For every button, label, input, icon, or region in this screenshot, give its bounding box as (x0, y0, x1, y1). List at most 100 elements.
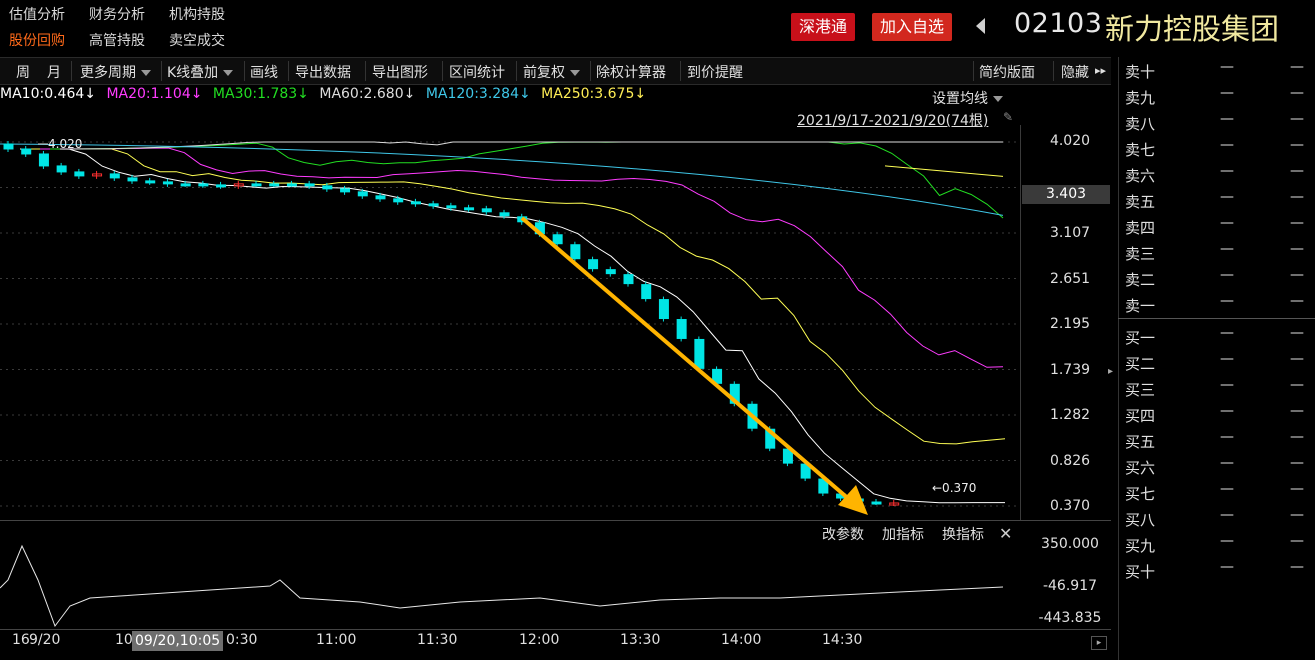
ask-row[interactable]: 卖二 — — (1125, 266, 1315, 292)
ask-row[interactable]: 卖八 — — (1125, 110, 1315, 136)
level-label: 买八 (1125, 511, 1156, 529)
nav-finance[interactable]: 财务分析 (89, 4, 145, 24)
level-label: 卖八 (1125, 115, 1156, 133)
level-volume: — (1290, 455, 1304, 471)
candle (393, 198, 404, 203)
ex-rights-calculator-button[interactable]: 除权计算器 (596, 62, 666, 82)
chevron-down-icon (141, 70, 151, 76)
level-price: — (1220, 267, 1234, 283)
level-volume: — (1290, 137, 1304, 153)
level-volume: — (1290, 507, 1304, 523)
level-volume: — (1290, 403, 1304, 419)
level-price: — (1220, 241, 1234, 257)
level-price: — (1220, 507, 1234, 523)
bid-row[interactable]: 买三 — — (1125, 376, 1315, 402)
ask-row[interactable]: 卖六 — — (1125, 162, 1315, 188)
ask-row[interactable]: 卖一 — — (1125, 292, 1315, 318)
sub-y-tick: -46.917 (1042, 578, 1098, 594)
level-price: — (1220, 455, 1234, 471)
y-tick: 2.195 (1049, 316, 1091, 332)
bid-row[interactable]: 买七 — — (1125, 480, 1315, 506)
shenzhen-hk-connect-button[interactable]: 深港通 (791, 13, 856, 41)
expand-icon[interactable]: ▸▸ (1095, 64, 1106, 77)
bid-row[interactable]: 买十 — — (1125, 558, 1315, 584)
level-label: 卖十 (1125, 63, 1156, 81)
x-tick: 16 (12, 632, 30, 648)
price-alert-button[interactable]: 到价提醒 (687, 62, 743, 82)
level-label: 卖三 (1125, 245, 1156, 263)
level-label: 买一 (1125, 329, 1156, 347)
scroll-right-icon[interactable]: ▸ (1091, 636, 1107, 650)
level-price: — (1220, 559, 1234, 575)
export-data-button[interactable]: 导出数据 (295, 62, 351, 82)
level-volume: — (1290, 163, 1304, 179)
nav-buyback[interactable]: 股份回购 (9, 30, 65, 50)
more-periods-dropdown[interactable]: 更多周期 (80, 62, 151, 82)
level-label: 卖六 (1125, 167, 1156, 185)
bid-row[interactable]: 买五 — — (1125, 428, 1315, 454)
level-volume: — (1290, 215, 1304, 231)
level-volume: — (1290, 351, 1304, 367)
level-volume: — (1290, 189, 1304, 205)
bid-row[interactable]: 买二 — — (1125, 350, 1315, 376)
period-week[interactable]: 周 (16, 62, 30, 82)
ask-row[interactable]: 卖三 — — (1125, 240, 1315, 266)
chevron-down-icon (223, 70, 234, 76)
add-to-watchlist-button[interactable]: 加入自选 (872, 13, 953, 41)
level-label: 买七 (1125, 485, 1156, 503)
level-label: 买九 (1125, 537, 1156, 555)
ask-row[interactable]: 卖五 — — (1125, 188, 1315, 214)
trend-arrow-line (520, 216, 852, 502)
candle (446, 205, 457, 209)
simple-layout-button[interactable]: 简约版面 (979, 62, 1035, 82)
level-volume: — (1290, 533, 1304, 549)
candle (127, 177, 138, 182)
ask-row[interactable]: 卖七 — — (1125, 136, 1315, 162)
nav-executive[interactable]: 高管持股 (89, 30, 145, 50)
nav-institution[interactable]: 机构持股 (169, 4, 225, 24)
bid-row[interactable]: 买八 — — (1125, 506, 1315, 532)
y-tick: 3.107 (1049, 225, 1091, 241)
stock-name: 新力控股集团 (1105, 12, 1280, 46)
export-image-button[interactable]: 导出图形 (372, 62, 428, 82)
candle (74, 171, 85, 177)
level-price: — (1220, 85, 1234, 101)
bid-row[interactable]: 买四 — — (1125, 402, 1315, 428)
pin-icon[interactable]: ✎ (1003, 110, 1013, 124)
ma-legend: MA10:0.464↓ MA20:1.104↓ MA30:1.783↓ MA60… (0, 86, 652, 102)
candle (180, 183, 191, 187)
hide-button[interactable]: 隐藏 (1061, 62, 1089, 82)
ask-row[interactable]: 卖九 — — (1125, 84, 1315, 110)
candle (605, 269, 616, 275)
level-volume: — (1290, 429, 1304, 445)
prev-stock-icon[interactable] (976, 18, 985, 34)
set-ma-dropdown[interactable]: 设置均线 (932, 88, 1003, 108)
k-overlay-dropdown[interactable]: K线叠加 (167, 62, 234, 82)
range-stats-button[interactable]: 区间统计 (449, 62, 505, 82)
x-tick: 11:30 (417, 632, 458, 648)
level-price: — (1220, 293, 1234, 309)
candle (464, 207, 475, 211)
bid-row[interactable]: 买九 — — (1125, 532, 1315, 558)
period-month[interactable]: 月 (47, 62, 61, 82)
draw-line-button[interactable]: 画线 (250, 62, 278, 82)
candle (340, 188, 351, 193)
candle (410, 201, 421, 205)
kline-chart[interactable]: 4.020 ←0.370 (0, 125, 1022, 520)
level-price: — (1220, 351, 1234, 367)
bid-row[interactable]: 买一 — — (1125, 324, 1315, 350)
ask-row[interactable]: 卖四 — — (1125, 214, 1315, 240)
expand-orderbook-icon[interactable]: ▸ (1108, 366, 1113, 377)
level-label: 买五 (1125, 433, 1156, 451)
nav-valuation[interactable]: 估值分析 (9, 4, 65, 24)
level-volume: — (1290, 267, 1304, 283)
bid-row[interactable]: 买六 — — (1125, 454, 1315, 480)
ma10-line (20, 148, 1005, 504)
forward-adjust-dropdown[interactable]: 前复权 (523, 62, 580, 82)
x-tick: 11:00 (316, 632, 357, 648)
x-tick: 0:30 (226, 632, 258, 648)
ask-row[interactable]: 卖十 — — (1125, 58, 1315, 84)
nav-short-sell[interactable]: 卖空成交 (169, 30, 225, 50)
candle (286, 183, 297, 187)
candle (357, 191, 368, 197)
